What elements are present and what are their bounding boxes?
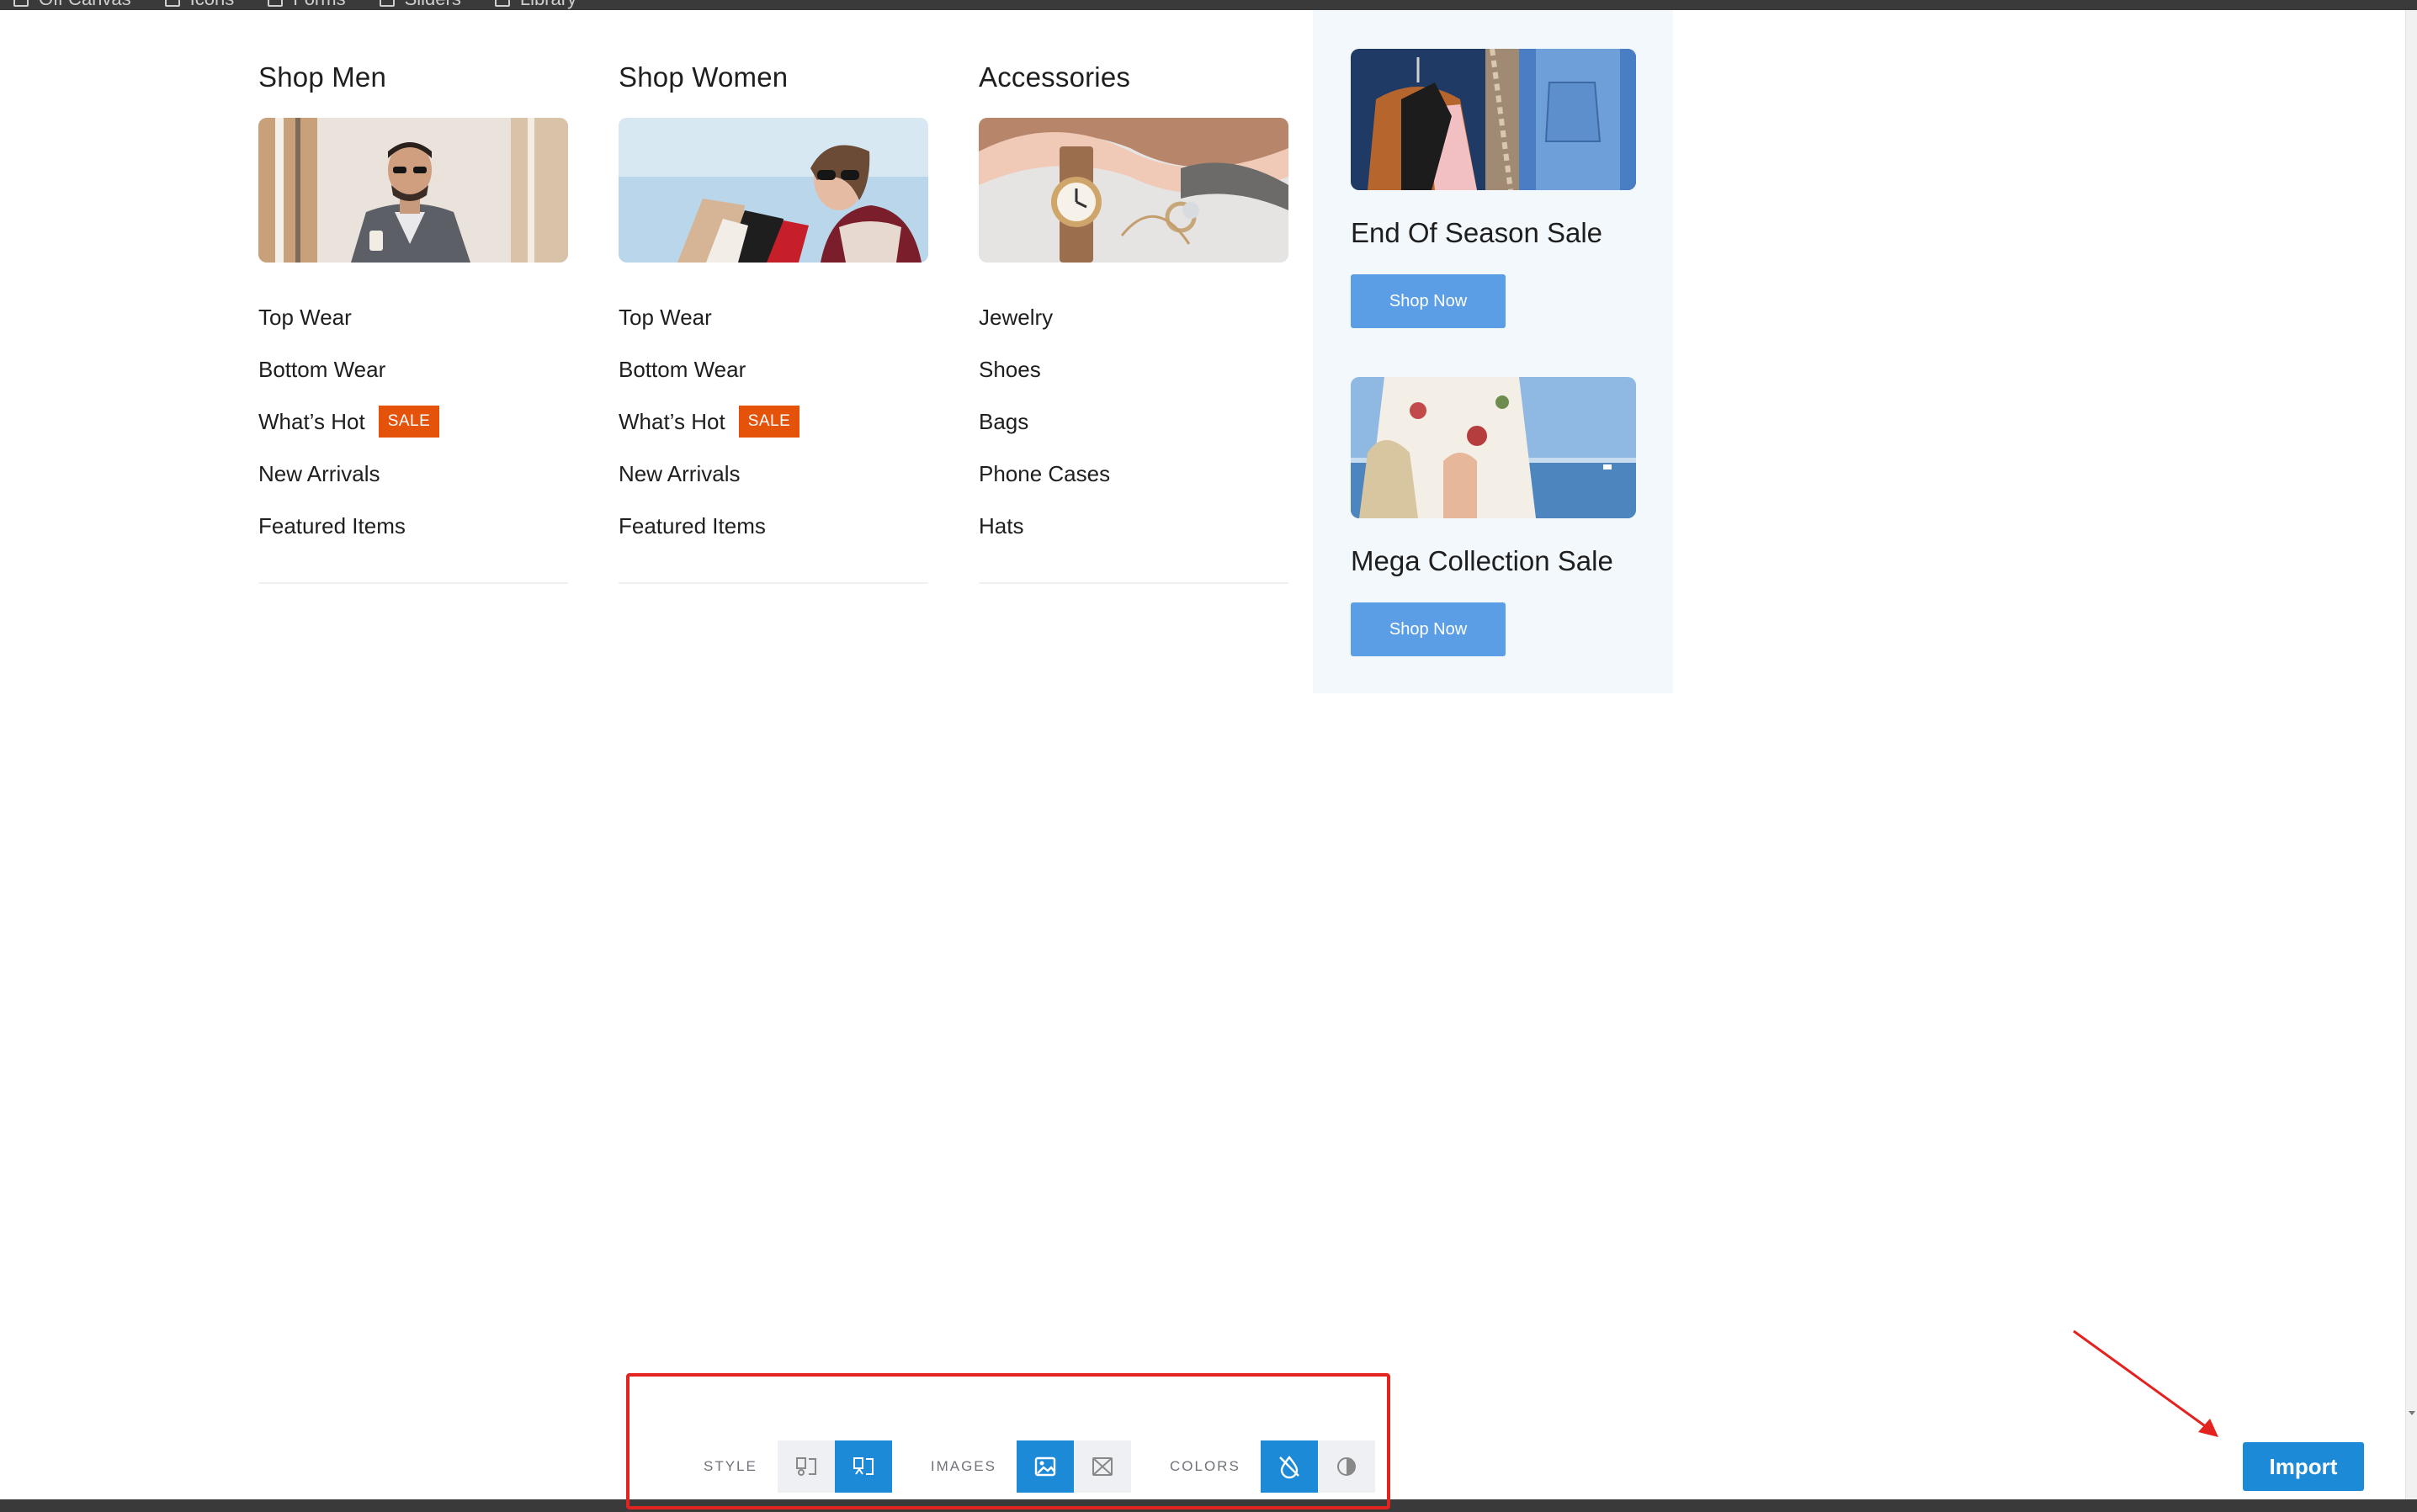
link-bags[interactable]: Bags — [979, 395, 1288, 448]
link-phone-cases[interactable]: Phone Cases — [979, 448, 1288, 500]
sale-badge: SALE — [378, 406, 440, 438]
promo-title-end-of-season: End Of Season Sale — [1351, 217, 1603, 248]
shop-now-button-end-of-season[interactable]: Shop Now — [1351, 274, 1506, 328]
link-bottom-wear[interactable]: Bottom Wear — [619, 343, 928, 395]
link-list: Top Wear Bottom Wear What’s Hot SALE New … — [619, 291, 928, 552]
link-top-wear[interactable]: Top Wear — [619, 291, 928, 343]
colors-on-button[interactable] — [1317, 1440, 1375, 1493]
link-list: Jewelry Shoes Bags Phone Cases Hats — [979, 291, 1288, 552]
link-jewelry[interactable]: Jewelry — [979, 291, 1288, 343]
topbar-item-sliders[interactable]: Sliders — [379, 0, 461, 10]
link-hats[interactable]: Hats — [979, 500, 1288, 552]
link-featured-items[interactable]: Featured Items — [258, 500, 568, 552]
mega-collection-image — [1351, 377, 1636, 518]
link-bottom-wear[interactable]: Bottom Wear — [258, 343, 568, 395]
scroll-down-icon[interactable] — [2409, 1411, 2415, 1415]
link-whats-hot[interactable]: What’s Hot SALE — [258, 395, 568, 448]
image-placeholder-icon — [1092, 1457, 1113, 1476]
topbar-item-library[interactable]: Library — [494, 0, 576, 10]
images-label: IMAGES — [930, 1458, 996, 1474]
forms-icon — [268, 0, 284, 7]
link-whats-hot[interactable]: What’s Hot SALE — [619, 395, 928, 448]
topbar-item-forms[interactable]: Forms — [268, 0, 346, 10]
column-divider — [619, 582, 928, 584]
canvas-scrollbar[interactable] — [2405, 10, 2417, 1499]
menu-column-shop-women: Shop Women Top Wear Bottom Wear What’s H… — [619, 56, 928, 584]
style-plain-icon — [795, 1457, 816, 1476]
contrast-icon — [1336, 1457, 1356, 1476]
menu-column-shop-men: Shop Men Top Wear Bottom Wear What’s Hot… — [258, 56, 568, 584]
annotation-arrow-icon — [2073, 1329, 2218, 1437]
style-styled-button[interactable] — [834, 1440, 892, 1493]
menu-column-accessories: Accessories Jewelry Shoes Bags Phone Cas… — [979, 56, 1288, 584]
library-icon — [494, 0, 510, 7]
column-title: Shop Women — [619, 61, 789, 93]
shop-now-button-mega-collection[interactable]: Shop Now — [1351, 602, 1506, 656]
icons-icon — [164, 0, 180, 7]
style-plain-button[interactable] — [777, 1440, 835, 1493]
shop-women-image — [619, 118, 928, 263]
topbar-item-icons[interactable]: Icons — [164, 0, 234, 10]
image-icon — [1034, 1456, 1056, 1477]
colors-off-button[interactable] — [1260, 1440, 1318, 1493]
promo-title-mega-collection: Mega Collection Sale — [1351, 545, 1613, 576]
style-styled-icon — [853, 1457, 874, 1475]
editor-top-bar: Off Canvas Icons Forms Sliders Library — [0, 0, 2417, 10]
promo-panel: End Of Season Sale Shop Now Mega Collect… — [1313, 10, 1673, 693]
link-shoes[interactable]: Shoes — [979, 343, 1288, 395]
column-title: Shop Men — [258, 61, 387, 93]
canvas-icon — [13, 0, 29, 7]
link-new-arrivals[interactable]: New Arrivals — [258, 448, 568, 500]
sale-badge: SALE — [738, 406, 800, 438]
import-button[interactable]: Import — [2243, 1442, 2364, 1491]
accessories-image — [979, 118, 1288, 263]
column-divider — [979, 582, 1288, 584]
color-off-icon — [1278, 1456, 1299, 1479]
sliders-icon — [379, 0, 395, 7]
column-title: Accessories — [979, 61, 1131, 93]
link-list: Top Wear Bottom Wear What’s Hot SALE New … — [258, 291, 568, 552]
colors-toggle-group — [1260, 1440, 1375, 1493]
images-off-button[interactable] — [1073, 1440, 1131, 1493]
topbar-item-off-canvas[interactable]: Off Canvas — [13, 0, 131, 10]
style-toggle-group — [777, 1440, 892, 1493]
link-featured-items[interactable]: Featured Items — [619, 500, 928, 552]
import-options-toolbar: STYLE IMAGES COLORS — [704, 1440, 1414, 1493]
images-toggle-group — [1016, 1440, 1131, 1493]
images-on-button[interactable] — [1016, 1440, 1074, 1493]
style-label: STYLE — [704, 1458, 757, 1474]
column-divider — [258, 582, 568, 584]
end-of-season-image — [1351, 49, 1636, 190]
shop-men-image — [258, 118, 568, 263]
colors-label: COLORS — [1169, 1458, 1240, 1474]
link-top-wear[interactable]: Top Wear — [258, 291, 568, 343]
link-new-arrivals[interactable]: New Arrivals — [619, 448, 928, 500]
